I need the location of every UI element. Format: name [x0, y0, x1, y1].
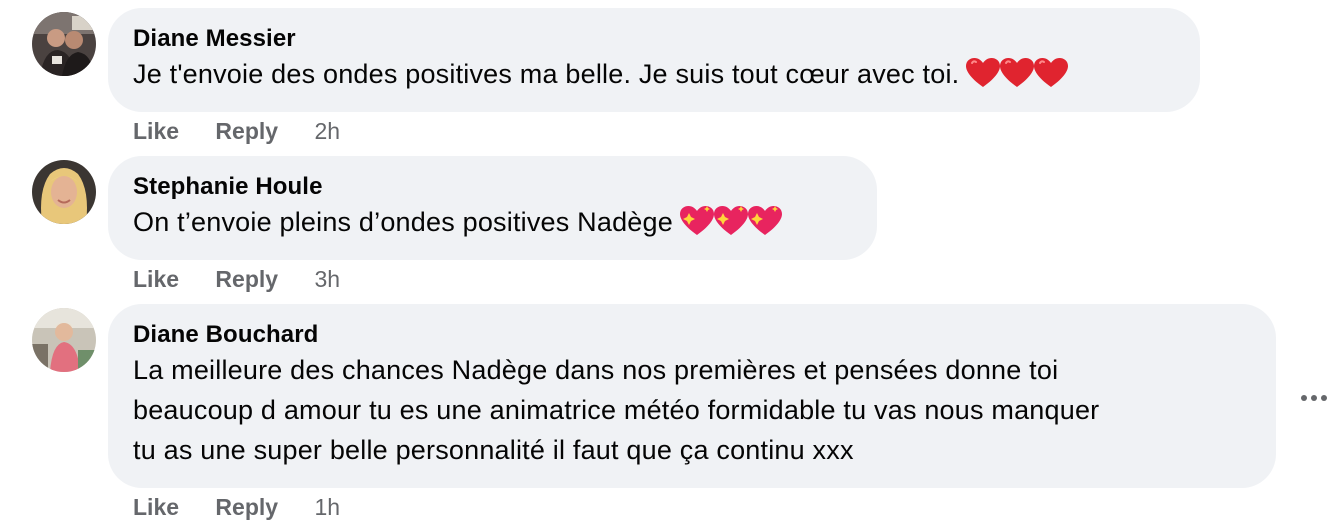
comment-actions: Like Reply 2h: [133, 117, 340, 145]
sparkling-heart-icon: [679, 206, 714, 235]
comment-author[interactable]: Diane Bouchard: [133, 320, 1252, 350]
sparkling-heart-icon: [747, 206, 782, 235]
more-options-button[interactable]: [1296, 386, 1332, 410]
comment-actions: Like Reply 1h: [133, 493, 340, 521]
comment-text: On t’envoie pleins d’ondes positives Nad…: [133, 202, 853, 248]
reply-button[interactable]: Reply: [215, 118, 278, 144]
sparkling-heart-emojis: [679, 205, 782, 248]
like-button[interactable]: Like: [133, 266, 179, 292]
ellipsis-icon: [1301, 395, 1327, 401]
comment-bubble: Stephanie Houle On t’envoie pleins d’ond…: [108, 156, 877, 260]
comment-author[interactable]: Stephanie Houle: [133, 172, 853, 202]
comment-timestamp[interactable]: 2h: [314, 118, 340, 144]
comment-actions: Like Reply 3h: [133, 265, 340, 293]
like-button[interactable]: Like: [133, 494, 179, 520]
comment-text-body: On t’envoie pleins d’ondes positives Nad…: [133, 207, 673, 237]
like-button[interactable]: Like: [133, 118, 179, 144]
reply-button[interactable]: Reply: [215, 266, 278, 292]
red-heart-icon: [1000, 58, 1035, 87]
avatar[interactable]: [32, 308, 96, 372]
sparkling-heart-icon: [713, 206, 748, 235]
comment-author[interactable]: Diane Messier: [133, 24, 1176, 54]
comment-text-body: Je t'envoie des ondes positives ma belle…: [133, 59, 960, 89]
comment-bubble: Diane Messier Je t'envoie des ondes posi…: [108, 8, 1200, 112]
comment-text-line: beaucoup d amour tu es une animatrice mé…: [133, 395, 1100, 425]
comment-timestamp[interactable]: 1h: [314, 494, 340, 520]
comment-timestamp[interactable]: 3h: [314, 266, 340, 292]
red-heart-emojis: [965, 57, 1069, 100]
comment-text-line: La meilleure des chances Nadège dans nos…: [133, 355, 1059, 385]
avatar[interactable]: [32, 12, 96, 76]
red-heart-icon: [966, 58, 1001, 87]
comment-text-line: tu as une super belle personnalité il fa…: [133, 435, 854, 465]
comment-text: Je t'envoie des ondes positives ma belle…: [133, 54, 1176, 100]
reply-button[interactable]: Reply: [215, 494, 278, 520]
comment-text: La meilleure des chances Nadège dans nos…: [133, 350, 1252, 470]
avatar[interactable]: [32, 160, 96, 224]
red-heart-icon: [1034, 58, 1069, 87]
comment-bubble: Diane Bouchard La meilleure des chances …: [108, 304, 1276, 488]
